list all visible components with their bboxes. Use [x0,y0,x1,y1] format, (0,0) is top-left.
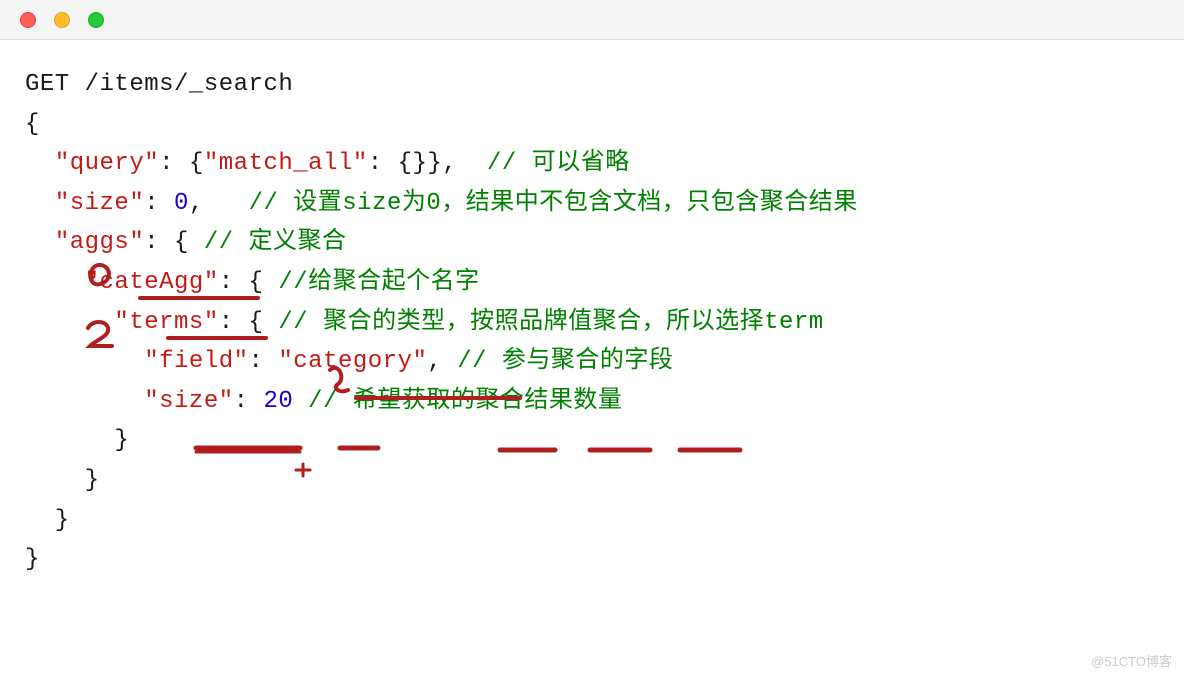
comment: // 可以省略 [487,150,630,177]
comment: // 定义聚合 [204,229,347,256]
comment: // 聚合的类型，按照品牌值聚合，所以选择term [278,309,823,336]
code-line: "field": "category", // 参与聚合的字段 [25,342,1159,382]
code-line: } [25,501,1159,541]
code-editor: GET /items/_search { "query": {"match_al… [0,40,1184,605]
json-number: 20 [263,388,293,415]
code-line: } [25,461,1159,501]
comment: //给聚合起个名字 [278,269,479,296]
code-line: "terms": { // 聚合的类型，按照品牌值聚合，所以选择term [25,303,1159,343]
json-key: "match_all" [204,150,368,177]
maximize-icon[interactable] [88,12,104,28]
code-line: "size": 0, // 设置size为0，结果中不包含文档，只包含聚合结果 [25,184,1159,224]
json-key: "size" [144,388,233,415]
code-line: } [25,421,1159,461]
json-key: "cateAgg" [85,269,219,296]
close-icon[interactable] [20,12,36,28]
json-key: "size" [55,190,144,217]
brace: } [25,467,100,494]
comment: // 参与聚合的字段 [457,348,673,375]
brace: } [25,507,70,534]
code-line: } [25,540,1159,580]
code-line: { [25,105,1159,145]
json-string: "category" [278,348,427,375]
code-line: "cateAgg": { //给聚合起个名字 [25,263,1159,303]
brace: { [25,111,40,138]
json-key: "field" [144,348,248,375]
minimize-icon[interactable] [54,12,70,28]
brace: } [25,546,40,573]
json-key: "aggs" [55,229,144,256]
comment: // 希望获取的聚合结果数量 [308,388,622,415]
code-line: "aggs": { // 定义聚合 [25,223,1159,263]
code-line: GET /items/_search [25,65,1159,105]
window-titlebar [0,0,1184,40]
comment: // 设置size为0，结果中不包含文档，只包含聚合结果 [249,190,858,217]
request-line: GET /items/_search [25,71,293,98]
json-number: 0 [174,190,189,217]
json-key: "query" [55,150,159,177]
watermark: @51CTO博客 [1091,651,1172,670]
brace: } [25,427,129,454]
json-key: "terms" [114,309,218,336]
code-line: "query": {"match_all": {}}, // 可以省略 [25,144,1159,184]
code-line: "size": 20 // 希望获取的聚合结果数量 [25,382,1159,422]
